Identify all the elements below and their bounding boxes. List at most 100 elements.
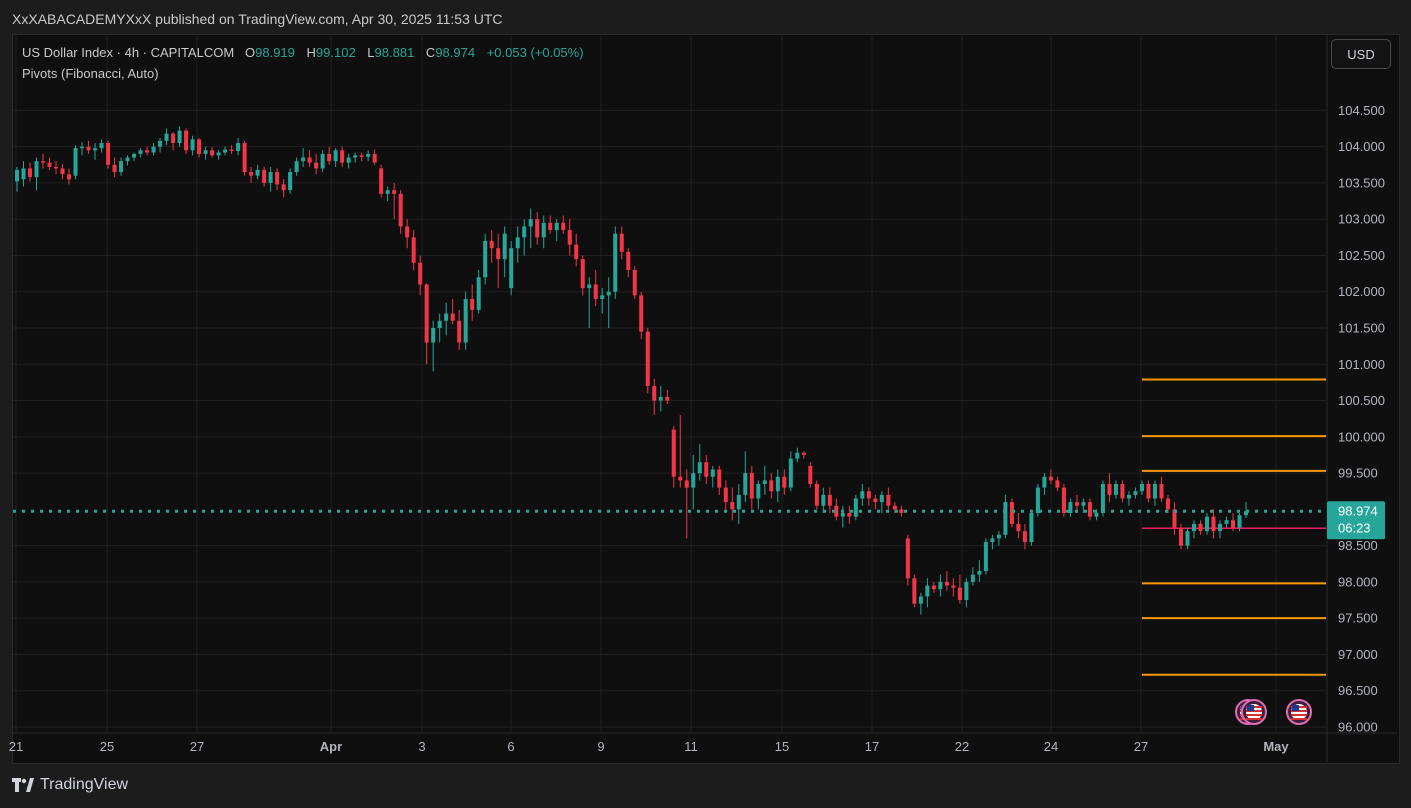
- candle-body: [138, 150, 143, 154]
- candle-body: [600, 295, 605, 299]
- candle-body: [411, 237, 416, 263]
- x-tick-label: 24: [1044, 739, 1058, 754]
- currency-button[interactable]: USD: [1331, 39, 1391, 69]
- candle-body: [580, 259, 585, 289]
- candle-body: [379, 168, 384, 194]
- candle-body: [236, 143, 241, 152]
- x-tick-label: 17: [865, 739, 879, 754]
- candle-body: [314, 162, 319, 169]
- y-tick-label: 96.000: [1338, 720, 1378, 735]
- candles: [14, 126, 1249, 615]
- candle-body: [1139, 483, 1144, 492]
- candle-body: [593, 284, 598, 299]
- candle-body: [1237, 515, 1242, 528]
- symbol-title[interactable]: US Dollar Index · 4h · CAPITALCOM: [22, 45, 234, 60]
- candle-body: [1061, 487, 1066, 513]
- us-flag-event-icon[interactable]: [1241, 699, 1267, 725]
- y-tick-label: 97.500: [1338, 611, 1378, 626]
- close-value: 98.974: [435, 45, 476, 60]
- candle-body: [944, 581, 949, 586]
- candle-body: [346, 157, 351, 163]
- candle-body: [899, 509, 904, 513]
- candle-body: [229, 149, 234, 152]
- candle-body: [1126, 494, 1131, 499]
- candle-body: [1035, 487, 1040, 513]
- candle-body: [184, 130, 189, 151]
- candle-body: [1120, 483, 1125, 499]
- candle-body: [606, 291, 611, 296]
- y-tick-label: 99.500: [1338, 466, 1378, 481]
- candle-body: [717, 469, 722, 488]
- candle-body: [353, 155, 358, 158]
- candle-body: [268, 172, 273, 183]
- candle-body: [574, 244, 579, 260]
- us-flag-event-icon[interactable]: [1286, 699, 1312, 725]
- candle-body: [392, 190, 397, 194]
- indicator-legend[interactable]: Pivots (Fibonacci, Auto): [22, 66, 159, 81]
- candle-body: [788, 458, 793, 488]
- candle-body: [437, 320, 442, 329]
- candle-body: [808, 465, 813, 484]
- candle-body: [171, 133, 176, 144]
- x-tick-label: 25: [100, 739, 114, 754]
- candle-body: [957, 587, 962, 601]
- x-tick-label: 22: [955, 739, 969, 754]
- candle-body: [879, 494, 884, 503]
- candle-body: [983, 542, 988, 572]
- candle-body: [327, 153, 332, 162]
- candle-body: [522, 226, 527, 238]
- candle-body: [1211, 516, 1216, 532]
- tradingview-logo-icon: [12, 778, 34, 792]
- us-flag-stripe: [1291, 714, 1307, 716]
- candle-body: [697, 462, 702, 474]
- candle-body: [249, 172, 254, 176]
- candle-body: [27, 168, 33, 178]
- candle-body: [14, 169, 20, 182]
- candle-body: [515, 237, 520, 249]
- candle-body: [216, 152, 221, 156]
- candle-body: [301, 157, 306, 162]
- candle-body: [1159, 483, 1164, 499]
- candle-body: [970, 574, 975, 582]
- candle-body: [782, 476, 787, 488]
- y-tick-label: 101.500: [1338, 321, 1385, 336]
- candle-body: [431, 328, 436, 343]
- y-tick-label: 102.500: [1338, 248, 1385, 263]
- candle-body: [684, 480, 689, 488]
- candle-body: [385, 190, 390, 194]
- candle-body: [1217, 523, 1223, 532]
- candle-body: [918, 596, 923, 604]
- candle-body: [938, 581, 943, 590]
- tradingview-logo[interactable]: TradingView: [12, 776, 128, 794]
- candle-body: [535, 219, 540, 238]
- candle-body: [502, 233, 507, 260]
- candle-body: [801, 452, 806, 455]
- y-tick-label: 104.000: [1338, 139, 1385, 154]
- candle-body: [977, 571, 982, 575]
- candle-body: [54, 166, 59, 169]
- candle-body: [821, 494, 826, 506]
- candle-body: [886, 494, 891, 506]
- candle-body: [632, 269, 637, 296]
- high-label: H: [306, 45, 316, 60]
- candle-body: [671, 429, 676, 477]
- candle-body: [1003, 502, 1008, 535]
- candle-body: [73, 148, 78, 176]
- tradingview-brand: TradingView: [40, 776, 129, 793]
- candle-body: [132, 153, 137, 158]
- candle-body: [567, 230, 572, 245]
- candle-body: [723, 487, 728, 503]
- candle-body: [554, 222, 559, 231]
- candlestick-chart[interactable]: 104.500 104.000 103.500 103.000 102.500 102.0…: [0, 0, 1411, 808]
- candle-body: [951, 585, 956, 588]
- x-tick-label: 27: [190, 739, 204, 754]
- candle-body: [112, 164, 117, 173]
- candle-body: [775, 476, 780, 492]
- x-tick-label: 6: [507, 739, 514, 754]
- candle-body: [307, 157, 312, 163]
- candle-body: [1022, 531, 1027, 543]
- y-tick-label: 97.000: [1338, 647, 1378, 662]
- price-badge-countdown: 06:23: [1338, 520, 1371, 535]
- candle-body: [626, 251, 631, 270]
- y-tick-label: 103.000: [1338, 212, 1385, 227]
